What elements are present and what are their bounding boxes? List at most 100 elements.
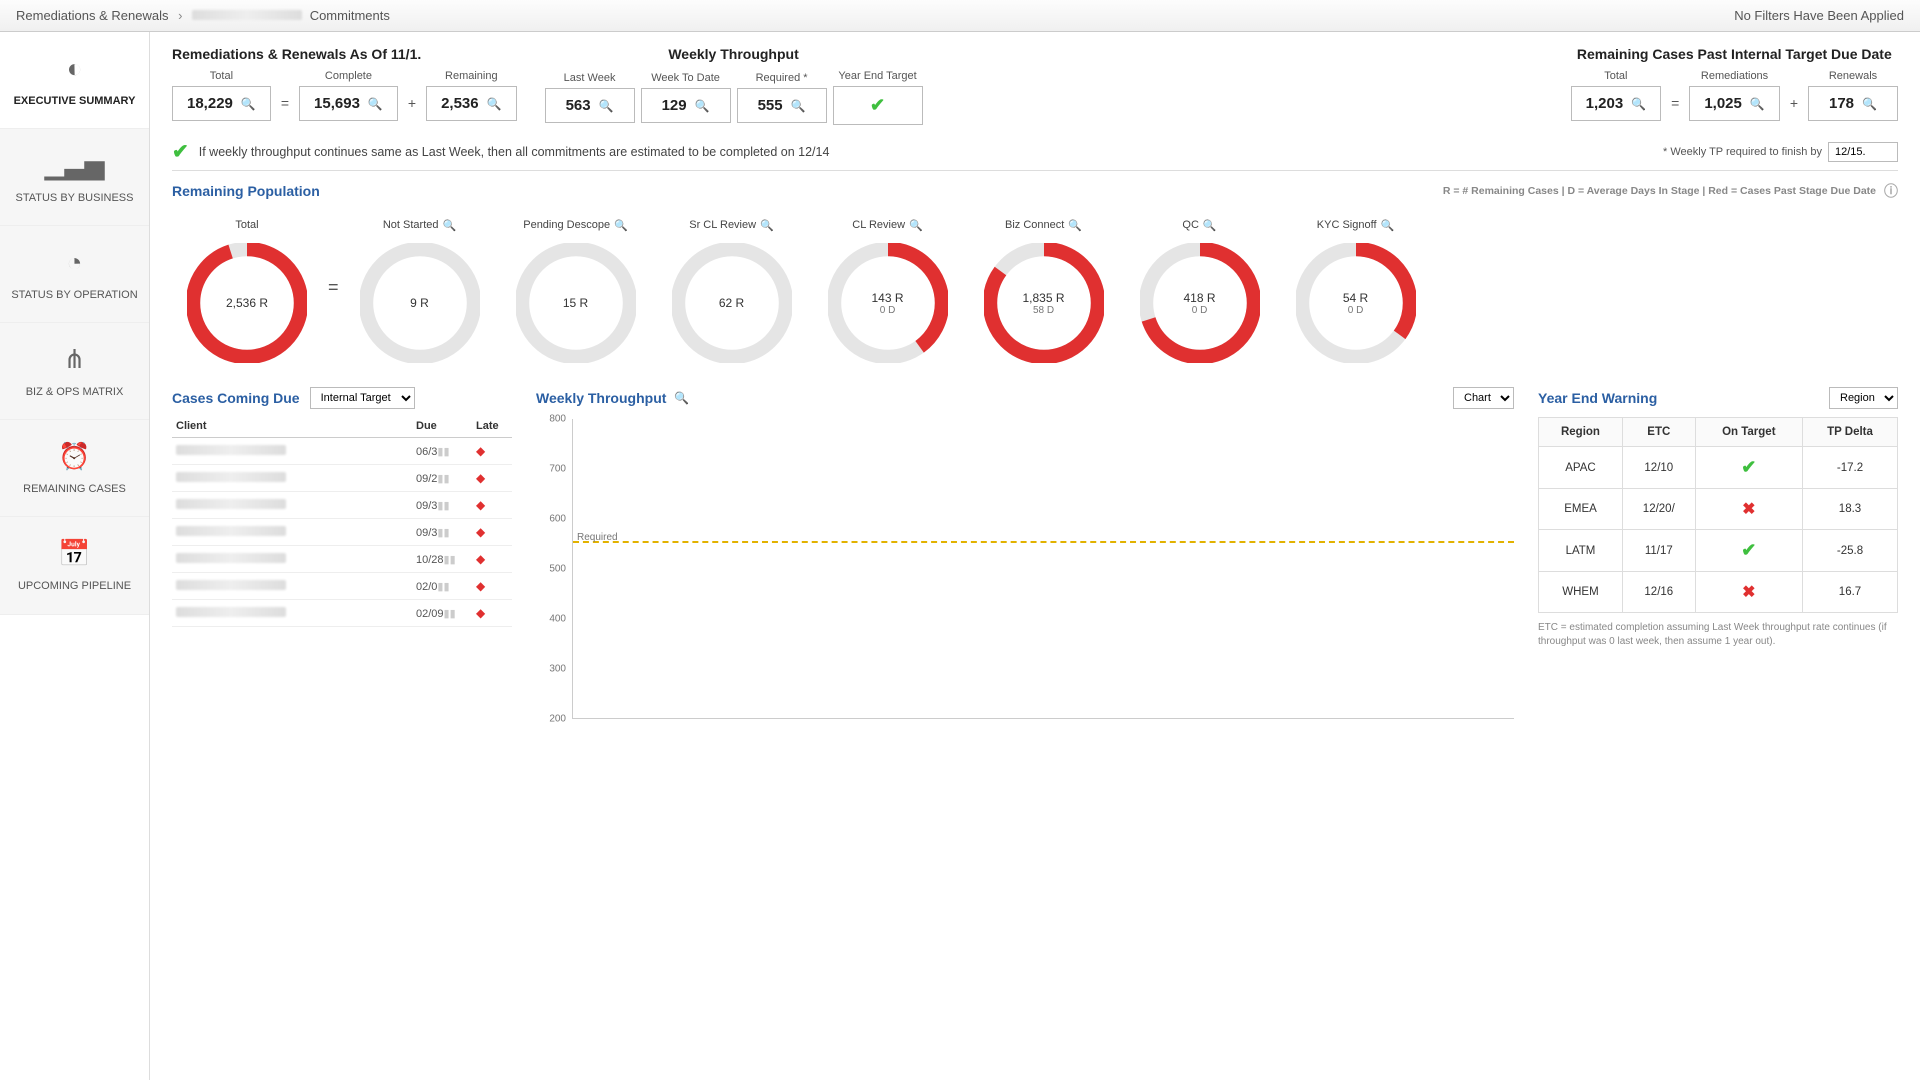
magnify-icon[interactable]: 🔍	[614, 219, 628, 232]
tp-required-note: * Weekly TP required to finish by	[1663, 146, 1822, 158]
stage-sr-cl-review[interactable]: Sr CL Review🔍 62 R	[657, 211, 807, 363]
sidebar-item-biz-ops-matrix[interactable]: ⋔BIZ & OPS MATRIX	[0, 323, 149, 420]
donut-chart: 62 R	[672, 243, 792, 363]
magnify-icon: 🔍	[487, 97, 502, 111]
year-group-select[interactable]: Region	[1829, 387, 1898, 409]
breadcrumb-leaf[interactable]: Commitments	[310, 8, 390, 23]
year-warning-table: Region ETC On Target TP Delta APAC 12/10…	[1538, 417, 1898, 613]
sidebar-item-executive-summary[interactable]: ◐ EXECUTIVE SUMMARY	[0, 32, 149, 129]
content: Remediations & Renewals As Of 11/1. Tota…	[150, 32, 1920, 1080]
year-row-whem[interactable]: WHEM 12/16 ✖ 16.7	[1539, 572, 1898, 613]
sidebar-item-label: STATUS BY OPERATION	[11, 289, 137, 301]
sidebar: ◐ EXECUTIVE SUMMARY ▁▃▅ STATUS BY BUSINESS ◔…	[0, 32, 150, 1080]
sidebar-item-label: STATUS BY BUSINESS	[16, 192, 134, 204]
cases-coming-due-panel: Cases Coming Due Internal Target Client …	[172, 387, 512, 627]
sidebar-item-label: BIZ & OPS MATRIX	[26, 386, 124, 398]
stage-qc[interactable]: QC🔍 418 R0 D	[1125, 211, 1275, 363]
late-indicator-icon: ◆	[476, 471, 485, 485]
sidebar-icon: ▁▃▅	[6, 149, 143, 183]
stage-cl-review[interactable]: CL Review🔍 143 R0 D	[813, 211, 963, 363]
sidebar-icon: ◐	[6, 52, 143, 86]
breadcrumb[interactable]: Remediations & Renewals › Commitments	[16, 8, 390, 23]
check-icon: ✔	[1741, 540, 1756, 560]
magnify-icon[interactable]: 🔍	[1203, 219, 1217, 232]
stage-total[interactable]: Total 2,536 R	[172, 211, 322, 363]
metric-yearend: Year End Target ✔	[833, 70, 923, 125]
sidebar-item-label: UPCOMING PIPELINE	[18, 580, 131, 592]
check-icon: ✔	[870, 95, 885, 116]
asof-title: Remediations & Renewals As Of 11/1.	[172, 46, 517, 62]
coming-due-row[interactable]: 09/3▮▮ ◆	[172, 519, 512, 546]
year-title: Year End Warning	[1538, 390, 1657, 406]
chart-view-select[interactable]: Chart	[1453, 387, 1514, 409]
stage-biz-connect[interactable]: Biz Connect🔍 1,835 R58 D	[969, 211, 1119, 363]
coming-due-row[interactable]: 10/28▮▮ ◆	[172, 546, 512, 573]
x-icon: ✖	[1742, 501, 1755, 518]
check-icon: ✔	[172, 139, 189, 164]
x-icon: ✖	[1742, 584, 1755, 601]
stage-not-started[interactable]: Not Started🔍 9 R	[345, 211, 495, 363]
info-icon[interactable]: ⓘ	[1884, 181, 1898, 201]
sidebar-item-status-by-business[interactable]: ▁▃▅ STATUS BY BUSINESS	[0, 129, 149, 226]
forecast-text: If weekly throughput continues same as L…	[199, 145, 830, 159]
coming-due-row[interactable]: 06/3▮▮ ◆	[172, 438, 512, 465]
tp-date-input[interactable]	[1828, 142, 1898, 162]
sidebar-item-label: REMAINING CASES	[23, 483, 126, 495]
sidebar-item-label: EXECUTIVE SUMMARY	[14, 95, 136, 107]
magnify-icon[interactable]: 🔍	[1068, 219, 1082, 232]
stage-kyc-signoff[interactable]: KYC Signoff🔍 54 R0 D	[1281, 211, 1431, 363]
metric-required[interactable]: Required * 555🔍	[737, 72, 827, 123]
magnify-icon[interactable]: 🔍	[909, 219, 923, 232]
magnify-icon[interactable]: 🔍	[442, 219, 456, 232]
late-indicator-icon: ◆	[476, 498, 485, 512]
magnify-icon[interactable]: 🔍	[760, 219, 774, 232]
breadcrumb-root[interactable]: Remediations & Renewals	[16, 8, 168, 23]
remaining-pop-legend: R = # Remaining Cases | D = Average Days…	[1443, 185, 1876, 197]
late-indicator-icon: ◆	[476, 579, 485, 593]
breadcrumb-bar: Remediations & Renewals › Commitments No…	[0, 0, 1920, 32]
late-indicator-icon: ◆	[476, 606, 485, 620]
metric-pd-total[interactable]: Total 1,203🔍	[1571, 70, 1662, 121]
remaining-pop-title: Remaining Population	[172, 183, 320, 199]
required-line: Required	[573, 541, 1514, 543]
sidebar-item-remaining-cases[interactable]: ⏰REMAINING CASES	[0, 420, 149, 517]
coming-due-row[interactable]: 02/09▮▮ ◆	[172, 600, 512, 627]
sidebar-item-status-by-operation[interactable]: ◔ STATUS BY OPERATION	[0, 226, 149, 323]
donut-chart: 15 R	[516, 243, 636, 363]
late-indicator-icon: ◆	[476, 525, 485, 539]
donut-chart: 1,835 R58 D	[984, 243, 1104, 363]
year-row-emea[interactable]: EMEA 12/20/ ✖ 18.3	[1539, 489, 1898, 530]
stage-pending-descope[interactable]: Pending Descope🔍 15 R	[501, 211, 651, 363]
donut-chart: 143 R0 D	[828, 243, 948, 363]
metric-remaining[interactable]: Remaining 2,536🔍	[426, 70, 517, 121]
coming-due-title: Cases Coming Due	[172, 390, 300, 406]
magnify-icon[interactable]: 🔍	[674, 391, 689, 405]
year-row-apac[interactable]: APAC 12/10 ✔ -17.2	[1539, 447, 1898, 489]
donut-chart: 418 R0 D	[1140, 243, 1260, 363]
metric-wtd[interactable]: Week To Date 129🔍	[641, 72, 731, 123]
coming-due-row[interactable]: 02/0▮▮ ◆	[172, 573, 512, 600]
metric-pd-rem[interactable]: Remediations 1,025🔍	[1689, 70, 1780, 121]
coming-due-target-select[interactable]: Internal Target	[310, 387, 415, 409]
sidebar-item-upcoming-pipeline[interactable]: 📅 UPCOMING PIPELINE	[0, 517, 149, 614]
coming-due-row[interactable]: 09/2▮▮ ◆	[172, 465, 512, 492]
coming-due-table: Client Due Late 06/3▮▮ ◆ 09/2▮▮ ◆ 09/3▮▮…	[172, 415, 512, 627]
metric-complete[interactable]: Complete 15,693🔍	[299, 70, 398, 121]
metric-pd-ren[interactable]: Renewals 178🔍	[1808, 70, 1898, 121]
donut-chart: 54 R0 D	[1296, 243, 1416, 363]
check-icon: ✔	[1741, 457, 1756, 477]
sidebar-icon: ◔	[6, 246, 143, 280]
donut-chart: 2,536 R	[187, 243, 307, 363]
wt-title: Weekly Throughput	[536, 390, 666, 406]
metric-total[interactable]: Total 18,229🔍	[172, 70, 271, 121]
coming-due-row[interactable]: 09/3▮▮ ◆	[172, 492, 512, 519]
sidebar-icon: 📅	[6, 537, 143, 571]
weekly-throughput-panel: Weekly Throughput 🔍 Chart 20030040050060…	[536, 387, 1514, 719]
year-row-latm[interactable]: LATM 11/17 ✔ -25.8	[1539, 530, 1898, 572]
magnify-icon[interactable]: 🔍	[1381, 219, 1395, 232]
year-end-panel: Year End Warning Region Region ETC On Ta…	[1538, 387, 1898, 649]
donut-chart: 9 R	[360, 243, 480, 363]
magnify-icon: 🔍	[368, 97, 383, 111]
filter-status: No Filters Have Been Applied	[1734, 8, 1904, 23]
metric-lastweek[interactable]: Last Week 563🔍	[545, 72, 635, 123]
